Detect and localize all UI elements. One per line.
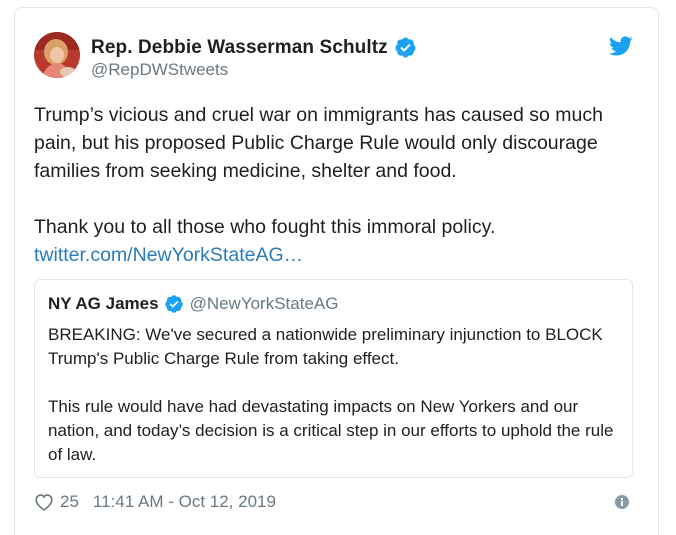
tweet-paragraph: Thank you to all those who fought this i… <box>34 216 496 238</box>
tweet-footer: 25 11:41 AM - Oct 12, 2019 <box>34 492 276 512</box>
author-handle[interactable]: @RepDWStweets <box>91 60 228 80</box>
quoted-tweet-text: BREAKING: We've secured a nationwide pre… <box>48 323 628 467</box>
info-icon[interactable] <box>615 495 629 509</box>
author-name[interactable]: Rep. Debbie Wasserman Schultz <box>91 37 388 59</box>
quoted-tweet[interactable]: NY AG James @NewYorkStateAG BREAKING: We… <box>34 279 633 478</box>
tweet-paragraph: Trump’s vicious and cruel war on immigra… <box>34 104 603 182</box>
avatar[interactable] <box>34 32 80 78</box>
heart-icon[interactable] <box>34 493 54 511</box>
quoted-tweet-paragraph: BREAKING: We've secured a nationwide pre… <box>48 325 603 368</box>
author-name-row: Rep. Debbie Wasserman Schultz <box>91 36 417 59</box>
tweet-text: Trump’s vicious and cruel war on immigra… <box>34 101 644 269</box>
twitter-bird-icon[interactable] <box>609 34 633 58</box>
avatar-image <box>34 32 80 78</box>
verified-badge-icon <box>394 36 417 59</box>
quoted-author-name: NY AG James <box>48 294 159 313</box>
embedded-tweet-card: Rep. Debbie Wasserman Schultz @RepDWStwe… <box>14 7 659 535</box>
like-count[interactable]: 25 <box>60 492 79 512</box>
quoted-tweet-header: NY AG James @NewYorkStateAG <box>48 294 338 314</box>
quoted-tweet-paragraph: This rule would have had devastating imp… <box>48 397 614 464</box>
tweet-link[interactable]: twitter.com/NewYorkStateAG… <box>34 244 303 266</box>
quoted-author-handle: @NewYorkStateAG <box>189 294 339 313</box>
tweet-timestamp[interactable]: 11:41 AM - Oct 12, 2019 <box>93 492 276 512</box>
verified-badge-icon <box>164 294 184 314</box>
